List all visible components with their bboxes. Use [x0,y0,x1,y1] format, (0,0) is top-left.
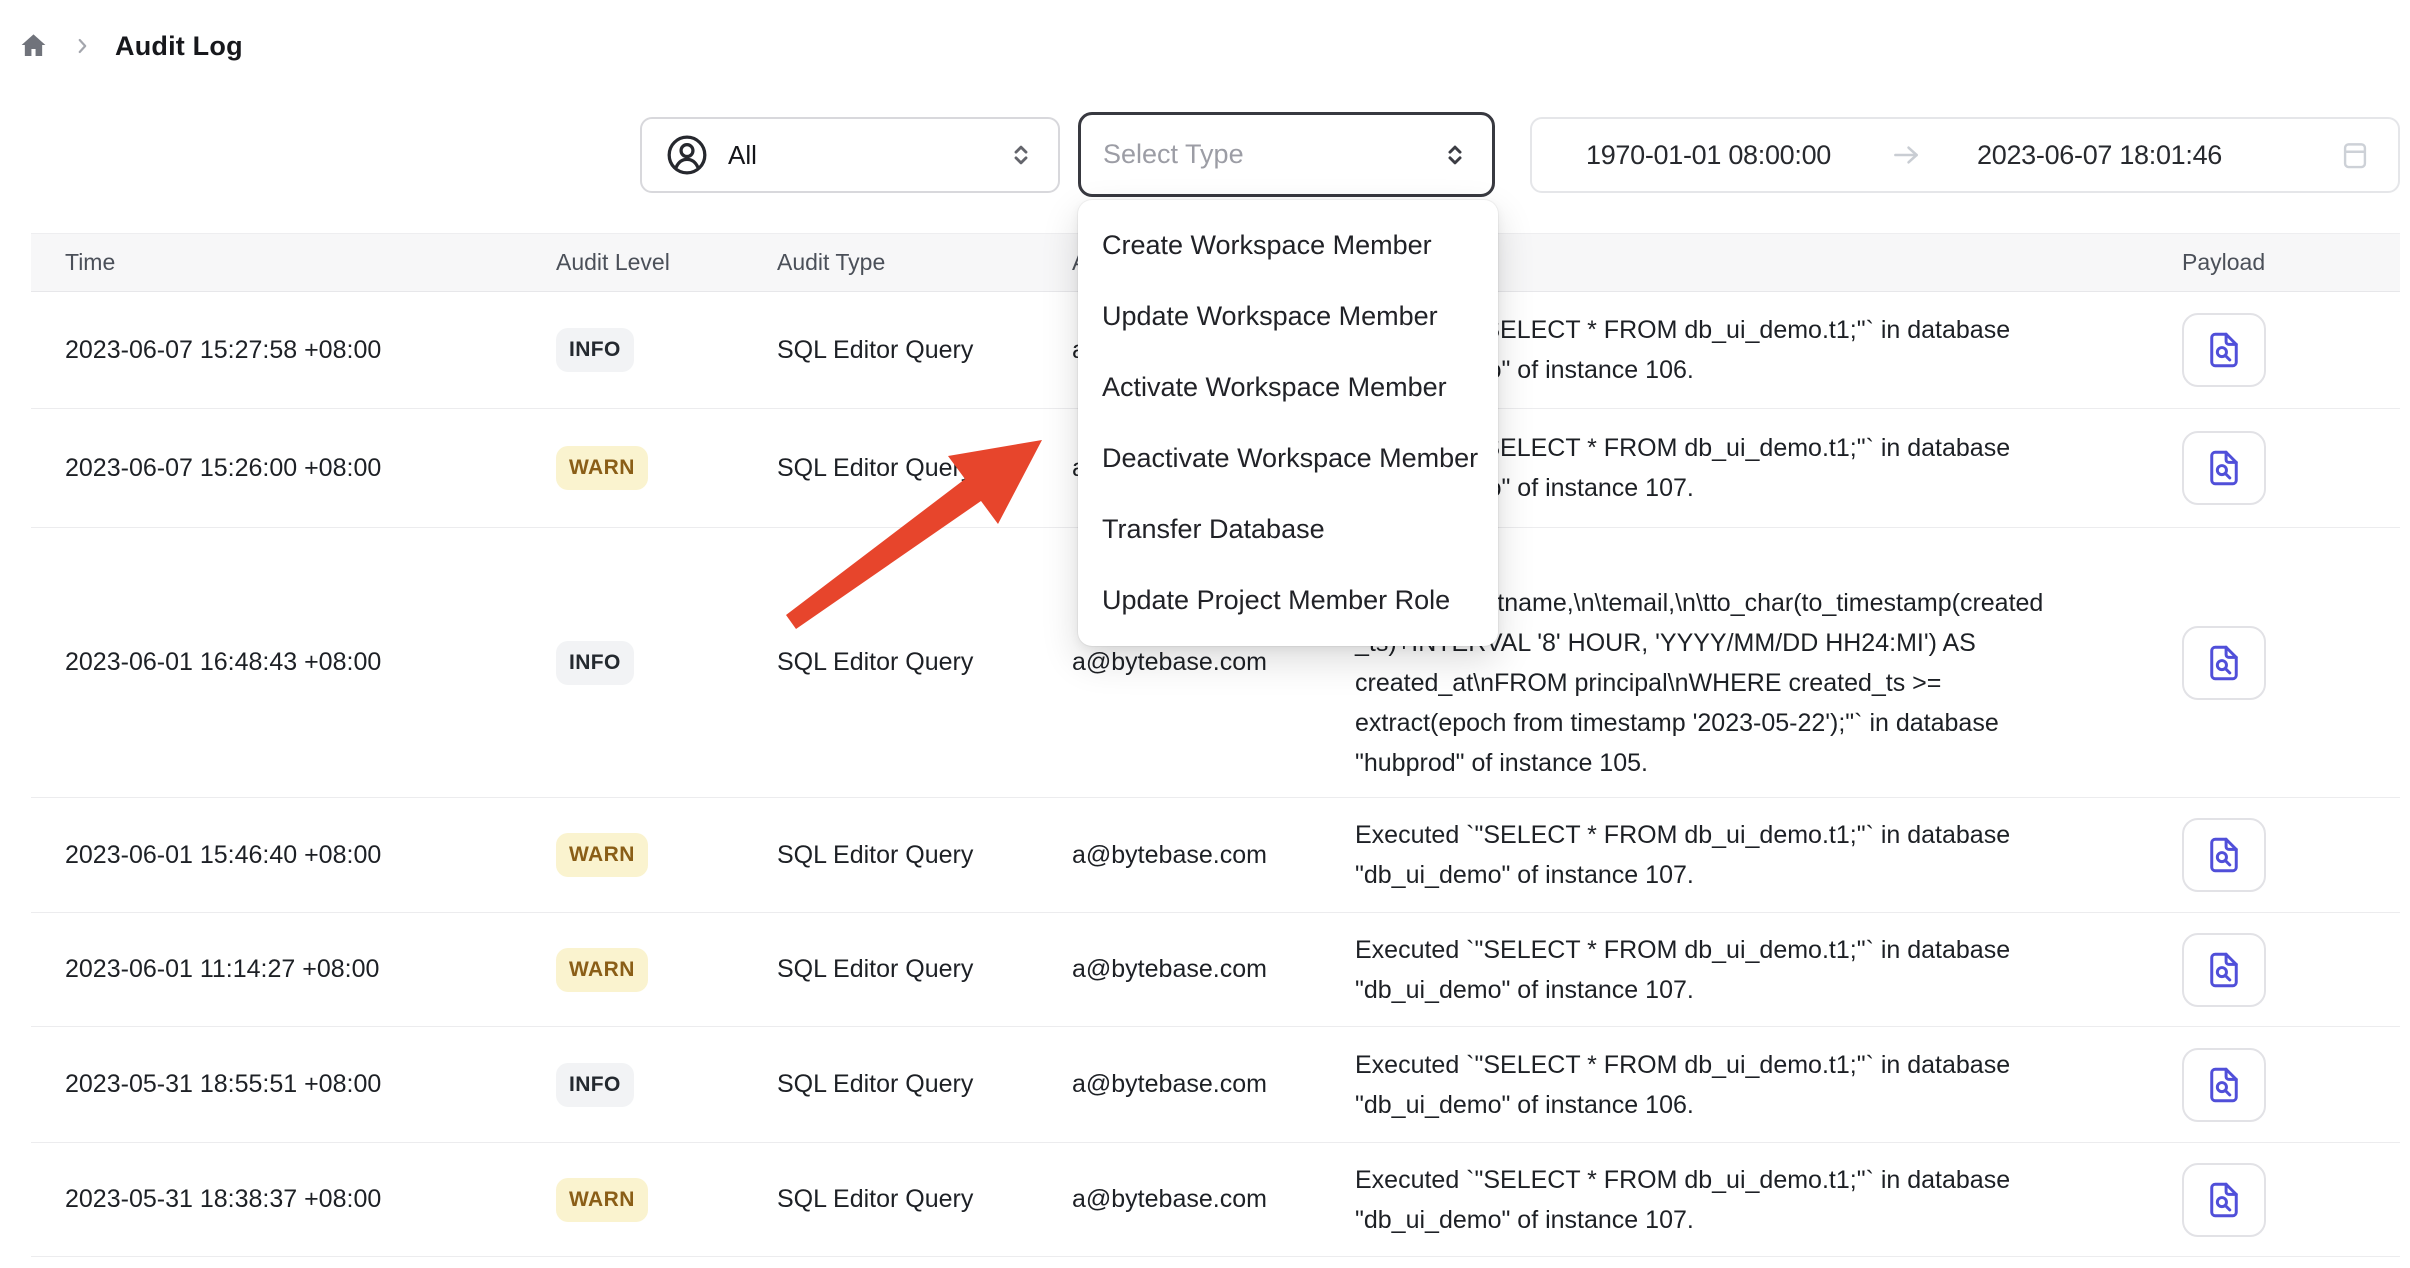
payload-view-button[interactable] [2182,933,2266,1007]
cell-audit-type: SQL Editor Query [777,1185,1072,1214]
cell-audit-type: SQL Editor Query [777,648,1072,677]
audit-level-badge: WARN [556,833,648,877]
table-row [31,1257,2400,1268]
cell-audit-type: SQL Editor Query [777,841,1072,870]
cell-payload [2165,818,2400,892]
cell-audit-level: INFO [556,328,777,372]
cell-time: 2023-06-01 16:48:43 +08:00 [31,648,556,677]
menu-item-update-project-member[interactable]: Update Project Member Role [1078,565,1498,636]
cell-comment: Executed `"SELECT * FROM db_ui_demo.t1;"… [1355,815,2165,895]
cell-actor: a@bytebase.com [1072,955,1355,984]
payload-view-button[interactable] [2182,313,2266,387]
user-circle-icon [664,132,710,178]
payload-view-button[interactable] [2182,818,2266,892]
cell-audit-type: SQL Editor Query [777,454,1072,483]
menu-item-transfer-database[interactable]: Transfer Database [1078,494,1498,565]
column-header-payload: Payload [2165,249,2400,276]
table-row: 2023-06-01 11:14:27 +08:00 WARN SQL Edit… [31,913,2400,1027]
cell-audit-level: WARN [556,1178,777,1222]
type-select-menu: Create Workspace Member Update Workspace… [1078,200,1498,646]
table-row: 2023-05-31 18:55:51 +08:00 INFO SQL Edit… [31,1027,2400,1143]
payload-view-button[interactable] [2182,1163,2266,1237]
cell-audit-level: WARN [556,948,777,992]
cell-time: 2023-05-31 18:38:37 +08:00 [31,1185,556,1214]
cell-time: 2023-06-01 11:14:27 +08:00 [31,955,556,984]
actor-filter-select[interactable]: All [640,117,1060,193]
page-title: Audit Log [115,31,243,62]
cell-audit-type: SQL Editor Query [777,336,1072,365]
cell-payload [2165,431,2400,505]
cell-time: 2023-05-31 18:55:51 +08:00 [31,1070,556,1099]
menu-item-create-workspace-member[interactable]: Create Workspace Member [1078,210,1498,281]
cell-actor: a@bytebase.com [1072,1070,1355,1099]
cell-payload [2165,1048,2400,1122]
cell-audit-level: INFO [556,1063,777,1107]
date-range-picker[interactable]: 1970-01-01 08:00:00 2023-06-07 18:01:46 [1530,117,2400,193]
cell-audit-level: WARN [556,833,777,877]
type-filter-placeholder: Select Type [1103,139,1244,170]
column-header-audit-type: Audit Type [777,249,1072,276]
audit-level-badge: INFO [556,1063,634,1107]
cell-comment: Executed `"SELECT * FROM db_ui_demo.t1;"… [1355,1160,2165,1240]
date-range-end[interactable]: 2023-06-07 18:01:46 [1977,140,2222,171]
cell-payload [2165,933,2400,1007]
arrow-right-icon [1889,138,1923,172]
chevron-right-icon [71,35,93,57]
cell-actor: a@bytebase.com [1072,648,1355,677]
cell-comment: Executed `"SELECT * FROM db_ui_demo.t1;"… [1355,930,2165,1010]
menu-item-update-workspace-member[interactable]: Update Workspace Member [1078,281,1498,352]
type-filter-select[interactable]: Select Type [1078,112,1495,197]
payload-view-button[interactable] [2182,1048,2266,1122]
date-range-start[interactable]: 1970-01-01 08:00:00 [1586,140,1831,171]
payload-view-button[interactable] [2182,431,2266,505]
audit-level-badge: WARN [556,1178,648,1222]
column-header-audit-level: Audit Level [556,249,777,276]
audit-level-badge: INFO [556,328,634,372]
audit-level-badge: WARN [556,948,648,992]
cell-time: 2023-06-07 15:27:58 +08:00 [31,336,556,365]
payload-view-button[interactable] [2182,626,2266,700]
cell-actor: a@bytebase.com [1072,841,1355,870]
cell-audit-level: WARN [556,446,777,490]
cell-payload [2165,313,2400,387]
audit-level-badge: WARN [556,446,648,490]
menu-item-deactivate-workspace-member[interactable]: Deactivate Workspace Member [1078,423,1498,494]
cell-audit-type: SQL Editor Query [777,955,1072,984]
cell-actor: a@bytebase.com [1072,1185,1355,1214]
cell-comment: Executed `"SELECT * FROM db_ui_demo.t1;"… [1355,1045,2165,1125]
cell-time: 2023-06-01 15:46:40 +08:00 [31,841,556,870]
cell-audit-type: SQL Editor Query [777,1070,1072,1099]
actor-filter-value: All [728,140,757,171]
chevron-up-down-icon [1440,140,1470,170]
breadcrumb: Audit Log [18,22,243,70]
cell-audit-level: INFO [556,641,777,685]
home-icon[interactable] [18,31,49,62]
menu-item-activate-workspace-member[interactable]: Activate Workspace Member [1078,352,1498,423]
cell-payload [2165,626,2400,700]
audit-level-badge: INFO [556,641,634,685]
calendar-icon[interactable] [2338,138,2372,172]
table-row: 2023-05-31 18:38:37 +08:00 WARN SQL Edit… [31,1143,2400,1257]
cell-payload [2165,1163,2400,1237]
audit-log-page: Audit Log All Select Type 1970-01-01 08:… [0,0,2410,1268]
chevron-up-down-icon [1006,140,1036,170]
cell-time: 2023-06-07 15:26:00 +08:00 [31,454,556,483]
column-header-time: Time [31,249,556,276]
table-row: 2023-06-01 15:46:40 +08:00 WARN SQL Edit… [31,798,2400,913]
